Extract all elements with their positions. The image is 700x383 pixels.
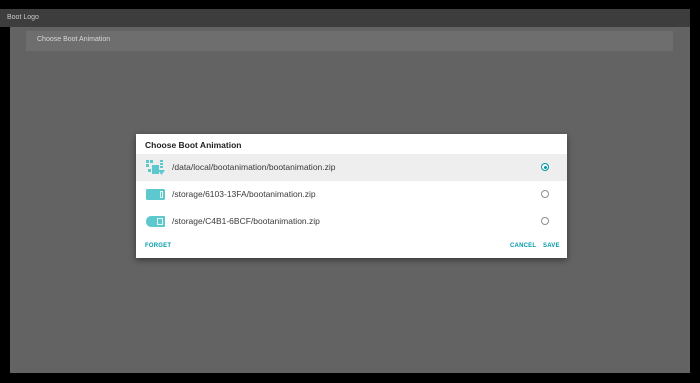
- radio-selected[interactable]: [541, 163, 549, 171]
- app-title: Boot Logo: [7, 14, 39, 21]
- save-button[interactable]: SAVE: [543, 243, 560, 249]
- choose-boot-animation-setting[interactable]: Choose Boot Animation: [26, 31, 673, 51]
- setting-label: Choose Boot Animation: [37, 36, 111, 43]
- local-storage-icon: [146, 160, 165, 175]
- option-storage-6103-13fa[interactable]: /storage/6103-13FA/bootanimation.zip: [136, 181, 567, 208]
- radio-unselected[interactable]: [541, 190, 549, 198]
- radio-unselected[interactable]: [541, 217, 549, 225]
- dialog-title: Choose Boot Animation: [145, 140, 242, 150]
- option-label: /storage/6103-13FA/bootanimation.zip: [172, 189, 316, 199]
- usb-drive-icon: [146, 216, 165, 227]
- choose-boot-animation-dialog: Choose Boot Animation /data/local/bootan…: [136, 134, 567, 258]
- sd-card-icon: [146, 189, 165, 200]
- option-label: /storage/C4B1-6BCF/bootanimation.zip: [172, 216, 320, 226]
- option-local-bootanimation[interactable]: /data/local/bootanimation/bootanimation.…: [136, 154, 567, 181]
- option-storage-c4b1-6bcf[interactable]: /storage/C4B1-6BCF/bootanimation.zip: [136, 208, 567, 235]
- forget-button[interactable]: FORGET: [145, 243, 171, 249]
- option-label: /data/local/bootanimation/bootanimation.…: [172, 162, 336, 172]
- screen: Boot Logo Choose Boot Animation Choose B…: [0, 0, 700, 383]
- cancel-button[interactable]: CANCEL: [510, 243, 536, 249]
- title-bar: Boot Logo: [0, 9, 690, 27]
